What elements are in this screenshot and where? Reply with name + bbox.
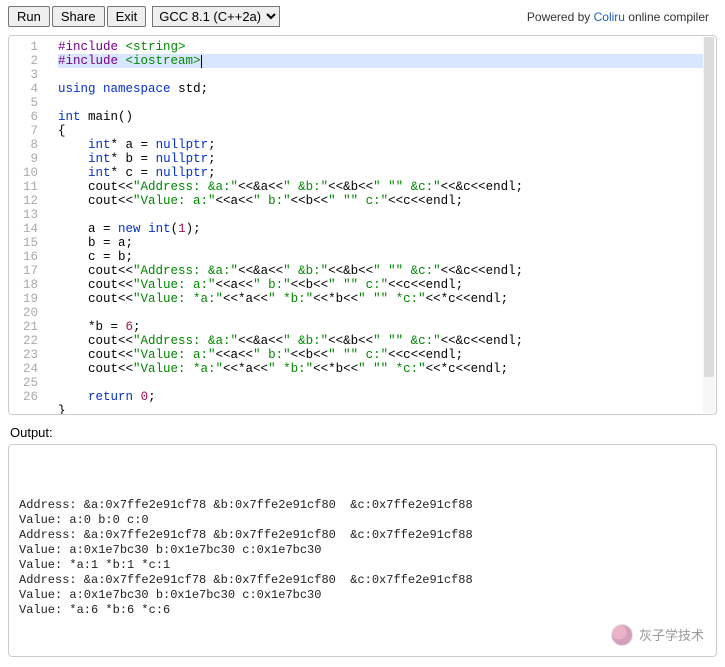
line-number: 11 (23, 180, 38, 194)
line-number: 12 (23, 194, 38, 208)
line-number: 14 (23, 222, 38, 236)
share-button[interactable]: Share (52, 6, 105, 27)
avatar-icon (611, 624, 633, 646)
line-number: 10 (23, 166, 38, 180)
code-line[interactable]: int* a = nullptr; (58, 138, 216, 152)
output-text: Address: &a:0x7ffe2e91cf78 &b:0x7ffe2e91… (19, 483, 706, 618)
line-number: 3 (23, 68, 38, 82)
line-number: 9 (23, 152, 38, 166)
line-number-gutter: 1234567891011121314151617181920212223242… (9, 36, 46, 414)
code-line[interactable]: b = a; (58, 236, 133, 250)
toolbar: Run Share Exit GCC 8.1 (C++2a) Powered b… (4, 4, 721, 33)
code-line[interactable]: cout<<"Value: a:"<<a<<" b:"<<b<<" "" c:"… (58, 348, 463, 362)
code-line[interactable]: cout<<"Value: *a:"<<*a<<" *b:"<<*b<<" ""… (58, 292, 508, 306)
compiler-select[interactable]: GCC 8.1 (C++2a) (152, 6, 280, 27)
line-number: 8 (23, 138, 38, 152)
watermark: 灰子学技术 (611, 624, 704, 646)
output-panel: Address: &a:0x7ffe2e91cf78 &b:0x7ffe2e91… (8, 444, 717, 657)
line-number: 4 (23, 82, 38, 96)
line-number: 1 (23, 40, 38, 54)
line-number: 24 (23, 362, 38, 376)
code-line[interactable]: int* b = nullptr; (58, 152, 216, 166)
line-number: 18 (23, 278, 38, 292)
line-number: 16 (23, 250, 38, 264)
code-line[interactable]: *b = 6; (58, 320, 141, 334)
line-number: 15 (23, 236, 38, 250)
code-line[interactable]: int* c = nullptr; (58, 166, 216, 180)
code-line[interactable]: cout<<"Value: a:"<<a<<" b:"<<b<<" "" c:"… (58, 194, 463, 208)
output-label: Output: (10, 425, 717, 440)
scrollbar-thumb[interactable] (704, 37, 714, 377)
exit-button[interactable]: Exit (107, 6, 147, 27)
text-cursor (201, 55, 202, 68)
code-line[interactable]: c = b; (58, 250, 133, 264)
line-number: 21 (23, 320, 38, 334)
code-line[interactable]: #include <iostream> (58, 54, 710, 68)
coliru-link[interactable]: Coliru (594, 10, 625, 24)
line-number: 22 (23, 334, 38, 348)
line-number: 26 (23, 390, 38, 404)
code-line[interactable]: cout<<"Address: &a:"<<&a<<" &b:"<<&b<<" … (58, 334, 523, 348)
code-line[interactable]: int main() (58, 110, 133, 124)
line-number: 7 (23, 124, 38, 138)
code-line[interactable]: return 0; (58, 390, 156, 404)
line-number: 6 (23, 110, 38, 124)
code-line[interactable]: { (58, 124, 66, 138)
code-line[interactable]: #include <string> (58, 40, 186, 54)
line-number: 17 (23, 264, 38, 278)
line-number: 19 (23, 292, 38, 306)
watermark-text: 灰子学技术 (639, 628, 704, 643)
line-number: 13 (23, 208, 38, 222)
line-number: 5 (23, 96, 38, 110)
line-number: 2 (23, 54, 38, 68)
code-editor[interactable]: 1234567891011121314151617181920212223242… (8, 35, 717, 415)
code-line[interactable]: a = new int(1); (58, 222, 201, 236)
run-button[interactable]: Run (8, 6, 50, 27)
powered-by-text: Powered by Coliru online compiler (527, 10, 717, 24)
code-line[interactable]: cout<<"Value: *a:"<<*a<<" *b:"<<*b<<" ""… (58, 362, 508, 376)
code-area[interactable]: #include <string> #include <iostream> us… (46, 36, 716, 414)
vertical-scrollbar[interactable] (703, 37, 715, 413)
line-number: 25 (23, 376, 38, 390)
code-line[interactable]: cout<<"Address: &a:"<<&a<<" &b:"<<&b<<" … (58, 264, 523, 278)
code-line[interactable]: using namespace std; (58, 82, 208, 96)
code-line[interactable]: cout<<"Address: &a:"<<&a<<" &b:"<<&b<<" … (58, 180, 523, 194)
line-number: 23 (23, 348, 38, 362)
code-line[interactable]: } (58, 404, 66, 414)
line-number: 20 (23, 306, 38, 320)
code-line[interactable]: cout<<"Value: a:"<<a<<" b:"<<b<<" "" c:"… (58, 278, 463, 292)
